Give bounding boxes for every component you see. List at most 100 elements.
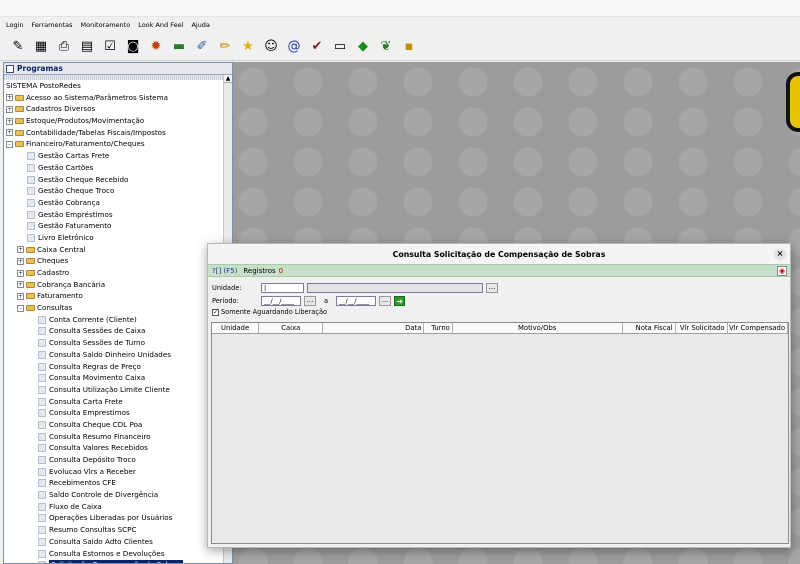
collapse-icon[interactable]: - xyxy=(17,304,24,312)
tree-item[interactable]: + Faturamento xyxy=(4,290,225,302)
tree-item[interactable]: + Acesso ao Sistema/Parâmetros Sistema xyxy=(4,92,225,104)
calculator-icon[interactable]: ▦ xyxy=(31,37,51,57)
tree-item[interactable]: Consulta Sessões de Turno xyxy=(4,337,225,349)
unidade-code-input[interactable]: | xyxy=(261,282,304,293)
date-from-input[interactable]: __/__/____ xyxy=(261,295,301,306)
tree-item[interactable]: Consulta Utilização Limite Cliente xyxy=(4,384,225,396)
camera-icon[interactable]: ◙ xyxy=(123,37,143,57)
card-icon[interactable]: ▭ xyxy=(330,37,350,57)
tree-item[interactable]: Resumo Consultas SCPC xyxy=(4,524,225,536)
tree-item[interactable]: Consulta Saldo Dinheiro Unidades xyxy=(4,349,225,361)
tree-item[interactable]: Consulta Valores Recebidos xyxy=(4,442,225,454)
money-icon[interactable]: ▬ xyxy=(169,37,189,57)
tree-item[interactable]: Consulta Carta Frete xyxy=(4,396,225,408)
tree-item[interactable]: Consulta Sessões de Caixa xyxy=(4,325,225,337)
tree-item[interactable]: Gestão Cheque Recebido xyxy=(4,174,225,186)
tree-item[interactable]: Consulta Resumo Financeiro xyxy=(4,431,225,443)
cash-register-icon[interactable]: ▤ xyxy=(77,37,97,57)
tree-item[interactable]: + Cheques xyxy=(4,255,225,267)
menu-monitoramento[interactable]: Monitoramento xyxy=(81,21,131,29)
tree-item[interactable]: + Cobrança Bancária xyxy=(4,279,225,291)
checkmark-icon[interactable]: ✔ xyxy=(307,37,327,57)
tree-item[interactable]: SISTEMA PostoRedes xyxy=(4,80,225,92)
unidade-lookup-button[interactable]: ... xyxy=(486,282,498,293)
expand-icon[interactable]: + xyxy=(6,129,13,137)
pencil-user-icon[interactable]: ✎ xyxy=(8,37,28,57)
printer-icon[interactable]: ⎙ xyxy=(54,37,74,57)
tree-item[interactable]: + Caixa Central xyxy=(4,244,225,256)
tree-item[interactable]: Gestão Faturamento xyxy=(4,220,225,232)
folder-plus-icon[interactable]: ▪ xyxy=(399,37,419,57)
tree-item[interactable]: Consulta Regras de Preço xyxy=(4,361,225,373)
tree-item[interactable]: Consulta Depósito Troco xyxy=(4,454,225,466)
expand-icon[interactable]: + xyxy=(17,246,24,254)
expand-icon[interactable]: + xyxy=(17,292,24,300)
tree-item[interactable]: Consulta Emprestimos xyxy=(4,407,225,419)
tree-item[interactable]: Evolucao Vlrs a Receber xyxy=(4,466,225,478)
menu-login[interactable]: Login xyxy=(6,21,24,29)
at-sign-icon[interactable]: @ xyxy=(284,37,304,57)
tree-item-label: Consultas xyxy=(37,303,73,313)
date-to-picker-button[interactable]: ... xyxy=(379,295,392,306)
tree-item[interactable]: Gestão Cheque Troco xyxy=(4,185,225,197)
expand-icon[interactable]: + xyxy=(6,105,13,113)
column-header[interactable]: Turno xyxy=(424,323,453,333)
go-arrow-icon[interactable]: ➔ xyxy=(394,295,406,306)
column-header[interactable]: Unidade xyxy=(212,323,260,333)
expand-icon[interactable]: + xyxy=(17,257,24,265)
star-icon[interactable]: ★ xyxy=(238,37,258,57)
column-header[interactable]: Vlr Compensado xyxy=(728,323,789,333)
document-icon xyxy=(38,561,46,563)
collapse-icon[interactable]: - xyxy=(6,140,13,148)
close-icon[interactable]: × xyxy=(774,248,786,260)
tree-item[interactable]: Operações Liberadas por Usuários xyxy=(4,512,225,524)
expand-icon[interactable]: + xyxy=(6,117,13,125)
tree-item[interactable]: Gestão Cartões xyxy=(4,162,225,174)
date-from-picker-button[interactable]: ... xyxy=(304,295,316,306)
gear-coin-icon[interactable]: ✹ xyxy=(146,37,166,57)
document-check-icon[interactable]: ☑ xyxy=(100,37,120,57)
money-wings-icon[interactable]: ❦ xyxy=(376,37,396,57)
tree-item[interactable]: Consulta Cheque CDL Poa xyxy=(4,419,225,431)
pencil-icon[interactable]: ✏ xyxy=(215,37,235,57)
brazil-flag-icon[interactable]: ◆ xyxy=(353,37,373,57)
scroll-up-icon[interactable]: ▲ xyxy=(224,75,232,83)
tree-item[interactable]: Solicitação Compensação de Sobras xyxy=(4,559,225,563)
tree-item[interactable]: + Cadastros Diversos xyxy=(4,103,225,115)
help-button[interactable]: ?[] (F5) xyxy=(212,267,237,275)
tree-item[interactable]: Gestão Empréstimos xyxy=(4,209,225,221)
column-header[interactable]: Caixa xyxy=(259,323,324,333)
expand-icon[interactable]: + xyxy=(17,281,24,289)
tree-item[interactable]: Consulta Saldo Adto Clientes xyxy=(4,536,225,548)
expand-icon[interactable]: + xyxy=(17,269,24,277)
tree-item[interactable]: Consulta Estornos e Devoluções xyxy=(4,548,225,560)
tree-item[interactable]: Consulta Movimento Caixa xyxy=(4,372,225,384)
results-grid[interactable]: Unidade Caixa Data Turno Motivo/Obs Nota Fisc… xyxy=(211,322,789,544)
column-header[interactable]: Motivo/Obs xyxy=(453,323,623,333)
tree-item[interactable]: Gestão Cartas Frete xyxy=(4,150,225,162)
expand-icon[interactable]: + xyxy=(6,94,13,102)
menu-ferramentas[interactable]: Ferramentas xyxy=(32,21,73,29)
tree-item[interactable]: + Estoque/Produtos/Movimentação xyxy=(4,115,225,127)
tree-item[interactable]: - Financeiro/Faturamento/Cheques xyxy=(4,138,225,150)
tree-item[interactable]: Conta Corrente (Cliente) xyxy=(4,314,225,326)
tree-item[interactable]: Livro Eletrônico xyxy=(4,232,225,244)
face-icon[interactable]: ☺ xyxy=(261,37,281,57)
notebook-icon[interactable]: ✐ xyxy=(192,37,212,57)
column-header[interactable]: Nota Fiscal xyxy=(623,323,676,333)
tree-item[interactable]: Fluxo de Caixa xyxy=(4,501,225,513)
aguardando-checkbox[interactable]: ✓ xyxy=(212,308,219,316)
date-to-input[interactable]: __/__/____ xyxy=(336,295,377,306)
menu-ajuda[interactable]: Ajuda xyxy=(191,21,209,29)
refresh-icon[interactable]: ◉ xyxy=(777,266,787,276)
tree-item-label: Cadastro xyxy=(37,268,70,277)
menu-look-and-feel[interactable]: Look And Feel xyxy=(138,21,183,29)
tree-item[interactable]: + Cadastro xyxy=(4,267,225,279)
tree-item[interactable]: + Contabilidade/Tabelas Fiscais/Impostos xyxy=(4,127,225,139)
tree-item[interactable]: - Consultas xyxy=(4,302,225,314)
tree-item[interactable]: Saldo Controle de Divergência xyxy=(4,489,225,501)
column-header[interactable]: Data xyxy=(323,323,425,333)
tree-item[interactable]: Recebimentos CFE xyxy=(4,477,225,489)
column-header[interactable]: Vlr Solicitado xyxy=(676,323,728,333)
tree-item[interactable]: Gestão Cobrança xyxy=(4,197,225,209)
